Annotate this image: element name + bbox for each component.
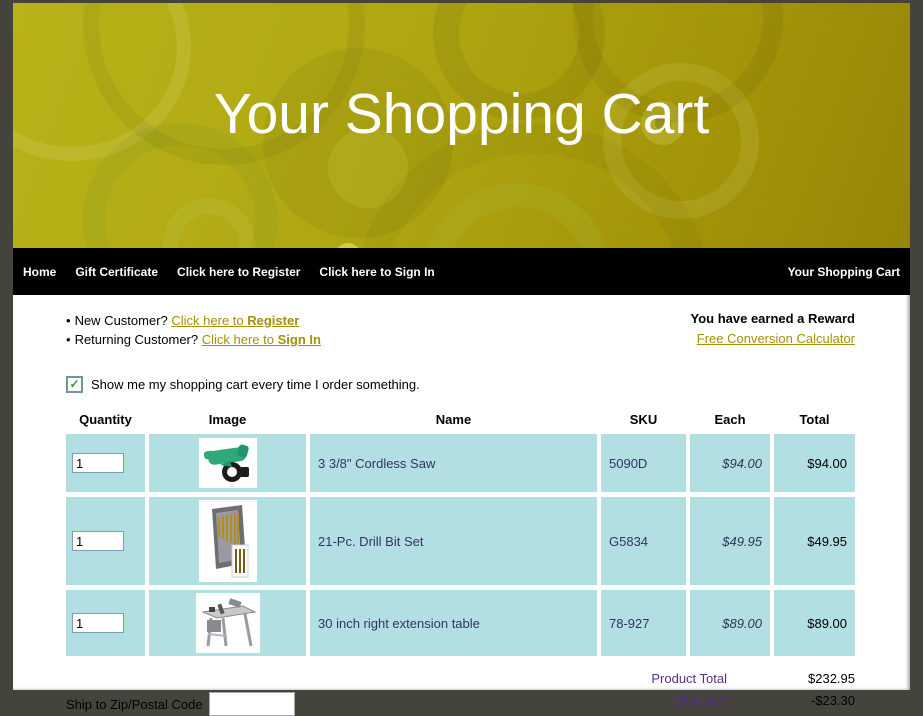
discount-label: Discount <box>676 690 727 712</box>
product-each-price: $89.00 <box>690 590 770 656</box>
new-customer-text: New Customer? <box>75 313 172 328</box>
image-cell <box>149 590 306 656</box>
reward-box: You have earned a Reward Free Conversion… <box>691 309 856 349</box>
sign-in-link[interactable]: Click here to Sign In <box>202 332 321 347</box>
cart-row: 21-Pc. Drill Bit Set G5834 $49.95 $49.95 <box>66 497 855 585</box>
product-name: 21-Pc. Drill Bit Set <box>310 497 597 585</box>
nav-your-shopping-cart[interactable]: Your Shopping Cart <box>788 265 900 279</box>
main-nav: Home Gift Certificate Click here to Regi… <box>13 248 910 295</box>
nav-gift-certificate[interactable]: Gift Certificate <box>75 265 158 279</box>
returning-customer-text: Returning Customer? <box>75 332 202 347</box>
product-name: 3 3/8" Cordless Saw <box>310 434 597 492</box>
cordless-saw-product-image <box>199 438 257 488</box>
discount-value: -$23.30 <box>727 690 855 712</box>
cart-row: 3 3/8" Cordless Saw 5090D $94.00 $94.00 <box>66 434 855 492</box>
column-header-sku: SKU <box>601 410 686 429</box>
sign-in-link-text: Click here to <box>202 332 278 347</box>
nav-home[interactable]: Home <box>23 265 56 279</box>
show-cart-checkbox[interactable]: ✓ <box>66 376 83 393</box>
column-header-name: Name <box>310 410 597 429</box>
quantity-input[interactable] <box>72 613 124 633</box>
product-name: 30 inch right extension table <box>310 590 597 656</box>
quantity-cell <box>66 590 145 656</box>
product-total-row: Product Total $232.95 <box>66 668 855 690</box>
checkmark-icon: ✓ <box>69 377 79 391</box>
cart-row: 30 inch right extension table 78-927 $89… <box>66 590 855 656</box>
show-cart-label: Show me my shopping cart every time I or… <box>91 377 420 392</box>
column-header-quantity: Quantity <box>66 410 145 429</box>
page: Your Shopping Cart Home Gift Certificate… <box>13 3 910 690</box>
product-each-price: $94.00 <box>690 434 770 492</box>
column-header-each: Each <box>690 410 770 429</box>
product-total-price: $49.95 <box>774 497 855 585</box>
product-sku: 78-927 <box>601 590 686 656</box>
banner: Your Shopping Cart <box>13 3 910 248</box>
product-sku: G5834 <box>601 497 686 585</box>
quantity-cell <box>66 497 145 585</box>
cart-table: Quantity Image Name SKU Each Total <box>66 410 855 656</box>
quantity-input[interactable] <box>72 531 124 551</box>
zip-code-input[interactable] <box>209 692 295 716</box>
ship-to-zip-label: Ship to Zip/Postal Code <box>66 697 203 712</box>
product-sku: 5090D <box>601 434 686 492</box>
product-total-value: $232.95 <box>727 668 855 690</box>
conversion-calculator-link[interactable]: Free Conversion Calculator <box>691 328 856 349</box>
banner-circle-decoration <box>335 243 361 248</box>
register-link-text: Click here to <box>171 313 247 328</box>
register-link[interactable]: Click here to Register <box>171 313 299 328</box>
drill-bit-set-product-image <box>199 500 257 582</box>
image-cell <box>149 434 306 492</box>
quantity-input[interactable] <box>72 453 124 473</box>
register-link-bold: Register <box>247 313 299 328</box>
product-total-label: Product Total <box>651 668 727 690</box>
column-header-total: Total <box>774 410 855 429</box>
product-each-price: $49.95 <box>690 497 770 585</box>
sign-in-link-bold: Sign In <box>278 332 321 347</box>
order-summary-section: Product Total $232.95 Discount -$23.30 S… <box>66 668 855 712</box>
image-cell <box>149 497 306 585</box>
column-header-image: Image <box>149 410 306 429</box>
content-area: • New Customer? Click here to Register • R… <box>13 295 910 712</box>
extension-table-product-image <box>196 593 260 653</box>
cart-table-header: Quantity Image Name SKU Each Total <box>66 410 855 429</box>
quantity-cell <box>66 434 145 492</box>
bullet: • <box>66 313 71 328</box>
reward-message: You have earned a Reward <box>691 309 856 328</box>
nav-register[interactable]: Click here to Register <box>177 265 300 279</box>
product-total-price: $94.00 <box>774 434 855 492</box>
product-total-price: $89.00 <box>774 590 855 656</box>
nav-sign-in[interactable]: Click here to Sign In <box>319 265 434 279</box>
bullet: • <box>66 332 71 347</box>
page-title: Your Shopping Cart <box>13 81 910 147</box>
ship-to-zip-row: Ship to Zip/Postal Code <box>66 692 295 716</box>
show-cart-preference: ✓ Show me my shopping cart every time I … <box>66 376 855 393</box>
